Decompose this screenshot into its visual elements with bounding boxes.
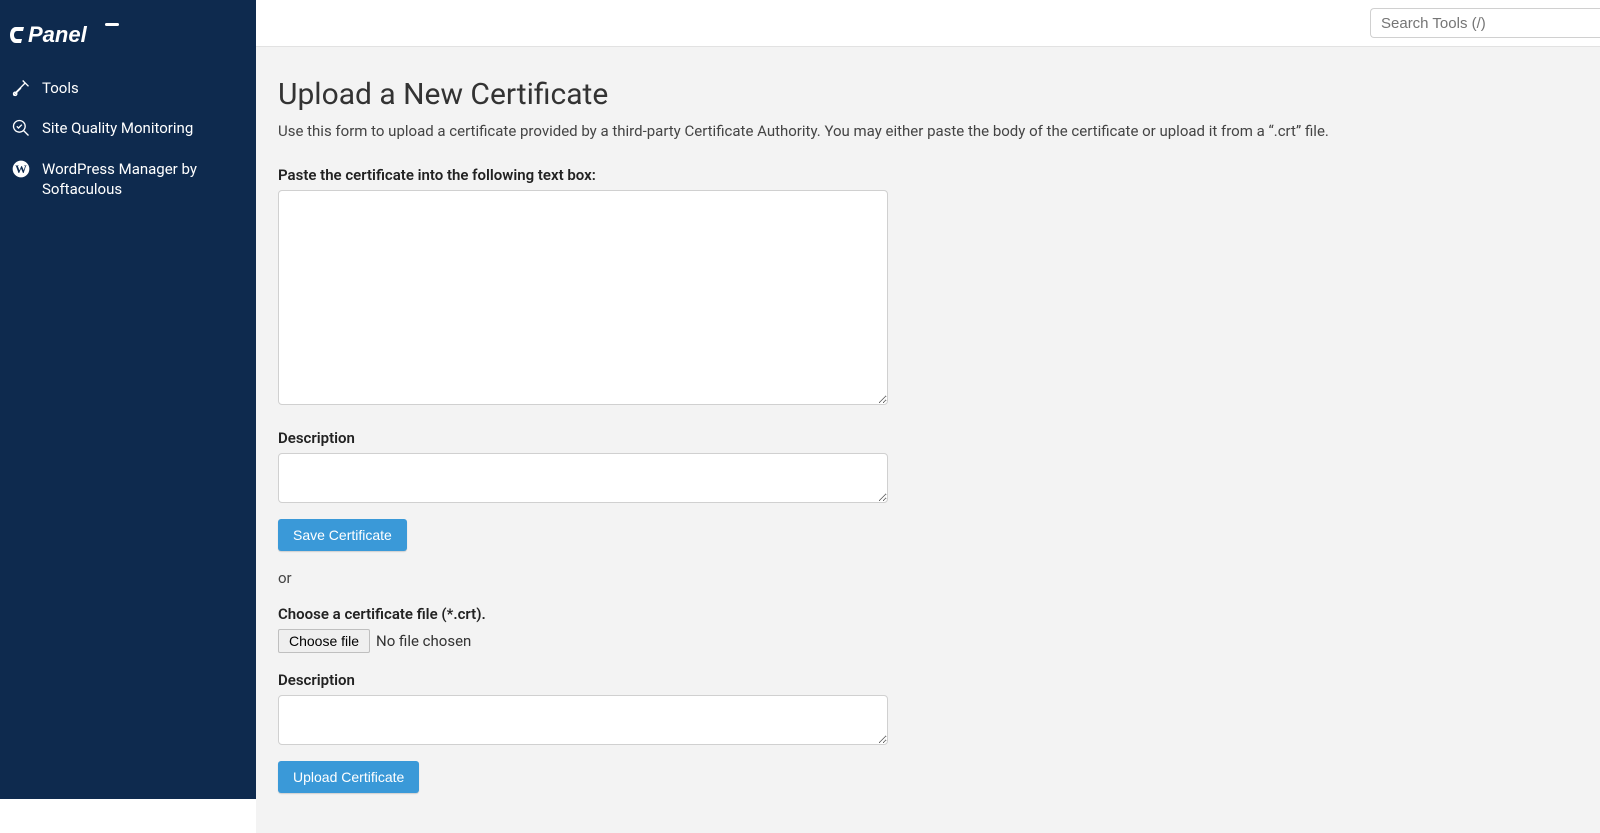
sidebar-item-label: Tools (42, 78, 246, 98)
sidebar-item-tools[interactable]: Tools (0, 68, 256, 108)
description-textarea[interactable] (278, 453, 888, 503)
description-label-2: Description (278, 671, 1578, 689)
page-intro: Use this form to upload a certificate pr… (278, 122, 1578, 140)
paste-cert-label: Paste the certificate into the following… (278, 166, 1578, 184)
topbar (256, 0, 1600, 47)
svg-text:Panel: Panel (28, 22, 88, 47)
content: Upload a New Certificate Use this form t… (256, 47, 1600, 833)
save-certificate-button[interactable]: Save Certificate (278, 519, 407, 551)
wordpress-icon: W (10, 159, 32, 179)
description-label: Description (278, 429, 1578, 447)
sidebar: Panel Tools Site Quality Monitoring W Wo… (0, 0, 256, 799)
sidebar-item-wordpress-manager[interactable]: W WordPress Manager by Softaculous (0, 149, 256, 210)
certificate-textarea[interactable] (278, 190, 888, 405)
upload-certificate-button[interactable]: Upload Certificate (278, 761, 419, 793)
svg-text:W: W (15, 163, 27, 176)
choose-file-button[interactable]: Choose file (278, 629, 370, 653)
sidebar-item-label: Site Quality Monitoring (42, 118, 246, 138)
or-divider: or (278, 569, 1578, 587)
magnify-check-icon (10, 118, 32, 138)
main-area: Upload a New Certificate Use this form t… (256, 0, 1600, 799)
search-input[interactable] (1370, 8, 1600, 38)
page-title: Upload a New Certificate (278, 77, 1578, 112)
description-textarea-2[interactable] (278, 695, 888, 745)
choose-cert-file-label: Choose a certificate file (*.crt). (278, 605, 1578, 623)
file-chosen-status: No file chosen (376, 632, 471, 650)
sidebar-item-label: WordPress Manager by Softaculous (42, 159, 246, 200)
tools-icon (10, 78, 32, 98)
sidebar-item-site-quality[interactable]: Site Quality Monitoring (0, 108, 256, 148)
brand-logo[interactable]: Panel (0, 10, 256, 68)
